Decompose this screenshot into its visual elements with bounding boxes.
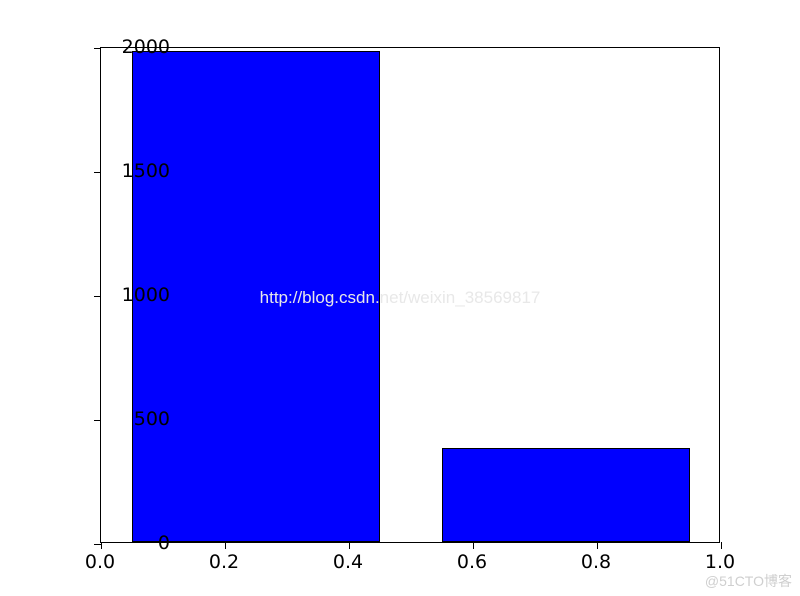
chart-container (100, 47, 720, 543)
watermark-corner: @51CTO博客 (705, 571, 792, 591)
y-tick-label: 1500 (100, 160, 170, 182)
x-tick-mark (597, 542, 598, 549)
y-tick-label: 1000 (100, 284, 170, 306)
x-tick-label: 0.2 (194, 551, 254, 573)
x-tick-label: 0.6 (442, 551, 502, 573)
bar-1 (442, 448, 690, 542)
x-tick-label: 0.0 (70, 551, 130, 573)
y-tick-label: 500 (100, 408, 170, 430)
x-tick-label: 1.0 (690, 551, 750, 573)
y-tick-label: 2000 (100, 36, 170, 58)
x-tick-label: 0.4 (318, 551, 378, 573)
x-tick-mark (721, 542, 722, 549)
x-tick-label: 0.8 (566, 551, 626, 573)
x-tick-mark (225, 542, 226, 549)
plot-area (100, 47, 720, 543)
x-tick-mark (349, 542, 350, 549)
x-tick-mark (473, 542, 474, 549)
